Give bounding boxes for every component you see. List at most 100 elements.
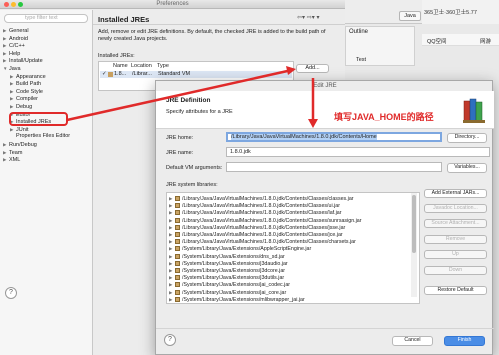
- add-jre-button[interactable]: Add...: [296, 64, 329, 73]
- tree-item[interactable]: ▶ Editor: [10, 111, 30, 118]
- tree-item-label: Debug: [16, 104, 33, 110]
- tree-item[interactable]: ▶ JUnit: [10, 126, 29, 133]
- tree-item[interactable]: ▶ Android: [3, 35, 28, 42]
- tree-item-label: Build Path: [16, 81, 42, 88]
- library-item[interactable]: ▶/System/Library/Java/Extensions/mlibwra…: [169, 296, 305, 303]
- system-libraries-list[interactable]: ▶/Library/Java/JavaVirtualMachines/1.8.0…: [166, 192, 420, 304]
- bookmarks-bar: QQ空间 网游: [422, 34, 499, 46]
- jre-icon: [108, 72, 113, 77]
- column-header-location[interactable]: Location: [131, 63, 152, 69]
- jar-icon: [175, 260, 180, 266]
- annotation-text: 填写JAVA_HOME的路径: [334, 112, 434, 122]
- tree-item[interactable]: ▶ Build Path: [10, 80, 41, 87]
- tree-item[interactable]: ▶ Help: [3, 50, 20, 57]
- library-path: /System/Library/Java/Extensions/dns_sd.j…: [182, 253, 285, 260]
- tree-item[interactable]: ▶ XML: [3, 156, 20, 163]
- library-action-button[interactable]: Javadoc Location...: [424, 204, 487, 213]
- column-header-type[interactable]: Type: [157, 63, 169, 69]
- filter-input[interactable]: type filter text: [4, 14, 88, 23]
- tree-item[interactable]: ▶ Appearance: [10, 73, 46, 80]
- table-row[interactable]: ✓ 1.8... /Librar... Standard VM: [100, 71, 292, 78]
- library-item[interactable]: ▶/System/Library/Java/Extensions/j3dutil…: [169, 274, 284, 281]
- library-action-button[interactable]: Add External JARs...: [424, 189, 487, 198]
- jre-home-field[interactable]: /Library/Java/JavaVirtualMachines/1.8.0.…: [226, 132, 442, 142]
- library-action-button[interactable]: Up: [424, 250, 487, 259]
- library-action-button[interactable]: Remove: [424, 235, 487, 244]
- jre-definition-heading: JRE Definition: [166, 97, 211, 104]
- tree-item[interactable]: ▶ Code Style: [10, 88, 43, 95]
- page-title: Installed JREs: [98, 15, 150, 24]
- jar-icon: [175, 232, 180, 237]
- tree-item[interactable]: ▶ C/C++: [3, 42, 25, 49]
- library-item[interactable]: ▶/Library/Java/JavaVirtualMachines/1.8.0…: [169, 224, 345, 231]
- library-action-button[interactable]: Restore Default: [424, 286, 487, 295]
- library-item[interactable]: ▶/Library/Java/JavaVirtualMachines/1.8.0…: [169, 217, 362, 224]
- variables-button[interactable]: Variables...: [447, 163, 487, 173]
- library-item[interactable]: ▶/System/Library/Java/Extensions/jai_cod…: [169, 281, 290, 288]
- jar-icon: [175, 217, 180, 223]
- library-item[interactable]: ▶/System/Library/Java/Extensions/jai_cor…: [169, 289, 286, 296]
- vm-args-field[interactable]: [226, 162, 442, 172]
- library-path: /Library/Java/JavaVirtualMachines/1.8.0.…: [182, 239, 356, 246]
- library-path: /Library/Java/JavaVirtualMachines/1.8.0.…: [182, 224, 346, 231]
- library-item[interactable]: ▶/Library/Java/JavaVirtualMachines/1.8.0…: [169, 238, 356, 245]
- tree-item-label: Java: [9, 66, 21, 72]
- tree-item[interactable]: Properties Files Editor: [10, 133, 70, 140]
- tree-item-label: Code Style: [16, 88, 43, 95]
- library-item[interactable]: ▶/Library/Java/JavaVirtualMachines/1.8.0…: [169, 231, 343, 238]
- library-path: /Library/Java/JavaVirtualMachines/1.8.0.…: [182, 203, 341, 210]
- jre-definition-subheading: Specify attributes for a JRE: [166, 109, 233, 115]
- tree-item[interactable]: ▶ Compiler: [10, 95, 38, 102]
- library-item[interactable]: ▶/System/Library/Java/Extensions/AppleSc…: [169, 245, 311, 252]
- jre-name-field[interactable]: 1.8.0.jdk: [226, 147, 490, 157]
- tree-item[interactable]: ▶ Team: [3, 149, 22, 156]
- tree-item[interactable]: ▶ Run/Debug: [3, 141, 37, 148]
- tree-item[interactable]: ▶ General: [3, 27, 29, 34]
- forward-arrow-icon[interactable]: ⇨▾: [307, 15, 315, 21]
- library-path: /System/Library/Java/Extensions/j3dcore.…: [182, 268, 286, 274]
- tree-item[interactable]: ▼ Java: [3, 65, 21, 72]
- jar-icon: [175, 289, 180, 295]
- tree-item[interactable]: ▶ Debug: [10, 103, 32, 110]
- library-path: /System/Library/Java/Extensions/AppleScr…: [182, 246, 312, 253]
- library-action-button[interactable]: Down: [424, 266, 487, 275]
- preferences-tree: type filter text ▶ General ▶ Android ▶ C/C++ ▶…: [0, 10, 93, 355]
- library-path: /System/Library/Java/Extensions/jai_core…: [182, 289, 287, 296]
- jar-icon: [175, 253, 180, 259]
- library-item[interactable]: ▶/System/Library/Java/Extensions/dns_sd.…: [169, 253, 285, 260]
- preferences-titlebar: Preferences: [0, 0, 345, 9]
- divider: [93, 24, 345, 25]
- library-item[interactable]: ▶/Library/Java/JavaVirtualMachines/1.8.0…: [169, 209, 341, 216]
- library-path: /System/Library/Java/Extensions/jai_code…: [182, 282, 291, 289]
- tree-item[interactable]: ▶ Installed JREs: [10, 118, 51, 125]
- library-path: /Library/Java/JavaVirtualMachines/1.8.0.…: [182, 196, 354, 202]
- tree-item-label: Android: [9, 35, 28, 42]
- help-icon[interactable]: ?: [164, 334, 176, 346]
- outline-item[interactable]: Test: [356, 57, 366, 63]
- help-icon[interactable]: ?: [5, 287, 17, 299]
- finish-button[interactable]: Finish: [444, 336, 485, 346]
- java-perspective-button[interactable]: Java: [399, 11, 421, 21]
- library-path: /Library/Java/JavaVirtualMachines/1.8.0.…: [182, 217, 362, 224]
- edit-jre-dialog: Edit JRE JRE Definition Specify attribut…: [155, 80, 494, 355]
- bookmark-games[interactable]: 网游: [480, 37, 491, 45]
- tree-item-label: Compiler: [16, 96, 39, 103]
- libraries-scrollbar-thumb[interactable]: [412, 195, 416, 253]
- library-action-button[interactable]: Source Attachment...: [424, 219, 487, 228]
- jre-type-cell: Standard VM: [158, 71, 191, 77]
- library-item[interactable]: ▶/Library/Java/JavaVirtualMachines/1.8.0…: [169, 202, 340, 209]
- bookmark-qzone[interactable]: QQ空间: [427, 37, 447, 45]
- library-item[interactable]: ▶/System/Library/Java/Extensions/j3dcore…: [169, 267, 285, 274]
- cancel-button[interactable]: Cancel: [392, 336, 433, 346]
- library-item[interactable]: ▶/System/Library/Java/Extensions/j3daudi…: [169, 260, 288, 267]
- tree-item[interactable]: ▶ Install/Update: [3, 57, 43, 64]
- back-arrow-icon[interactable]: ⇦▾: [297, 15, 305, 21]
- vm-args-label: Default VM arguments:: [166, 165, 223, 171]
- library-item[interactable]: ▶/Library/Java/JavaVirtualMachines/1.8.0…: [169, 195, 354, 202]
- outline-title[interactable]: Outline: [349, 29, 368, 35]
- view-menu-icon[interactable]: ▾: [316, 15, 319, 21]
- checkbox-checked-icon[interactable]: ✓: [102, 71, 107, 78]
- column-header-name[interactable]: Name: [113, 63, 128, 69]
- history-nav[interactable]: ⇦▾ ⇨▾ ▾: [297, 14, 337, 22]
- directory-button[interactable]: Directory...: [447, 133, 487, 143]
